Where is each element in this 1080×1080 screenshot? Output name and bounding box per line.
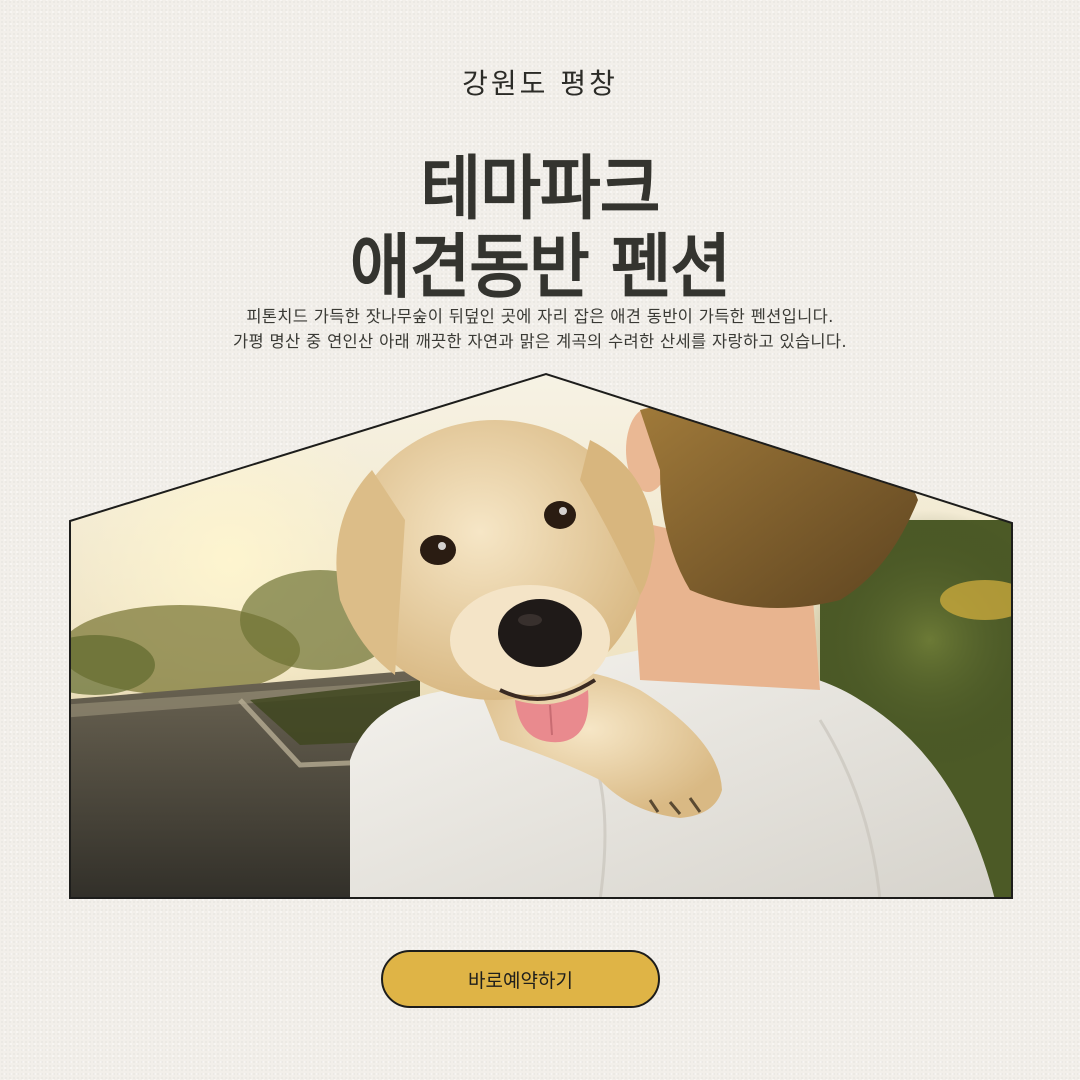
book-now-button[interactable]: 바로예약하기	[381, 950, 660, 1008]
house-shaped-photo	[69, 372, 1013, 899]
